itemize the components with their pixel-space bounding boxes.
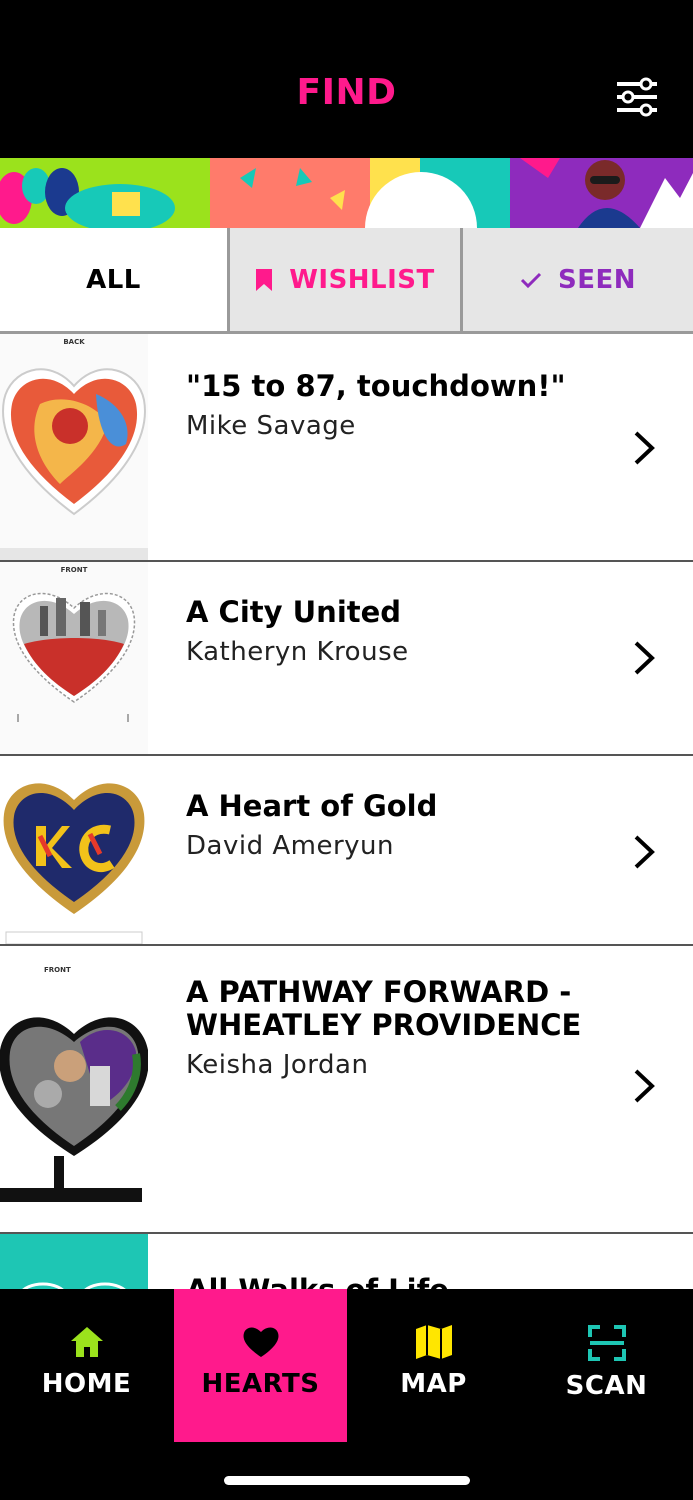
nav-home[interactable]: HOME — [0, 1289, 173, 1442]
artwork-thumbnail: BACK — [0, 334, 148, 560]
chevron-right-icon — [634, 835, 655, 869]
hearts-list: BACK "15 to 87, touchdown!" Mike Savage … — [0, 334, 693, 1289]
heart-artwork-image — [0, 1017, 148, 1202]
scan-icon — [587, 1325, 626, 1361]
bottom-navigation: HOME HEARTS MAP SCAN — [0, 1289, 693, 1500]
checkmark-icon — [520, 271, 542, 289]
tab-all-label: ALL — [86, 264, 141, 295]
artist-name: Keisha Jordan — [186, 1050, 369, 1080]
chevron-right-icon — [634, 1069, 655, 1103]
artwork-thumbnail — [0, 1234, 148, 1289]
list-item[interactable]: All Walks of Life — [0, 1234, 693, 1289]
list-item-text: A PATHWAY FORWARD - WHEATLEY PROVIDENCE … — [186, 975, 613, 1081]
nav-home-label: HOME — [41, 1369, 132, 1399]
nav-hearts-label: HEARTS — [201, 1369, 320, 1399]
list-item-text: A Heart of Gold David Ameryun — [186, 789, 613, 862]
nav-scan[interactable]: SCAN — [520, 1289, 693, 1442]
list-item[interactable]: FRONT A PATHWAY FORWARD - WHEATLEY PROVI… — [0, 946, 693, 1234]
decorative-banner — [0, 158, 693, 228]
list-item-text: All Walks of Life — [186, 1274, 613, 1290]
nav-map-label: MAP — [400, 1369, 467, 1399]
sliders-icon — [617, 77, 657, 117]
thumbnail-side-label: FRONT — [60, 566, 88, 574]
artwork-title: A Heart of Gold — [186, 789, 438, 823]
artwork-thumbnail — [0, 756, 148, 944]
filter-button[interactable] — [615, 76, 659, 118]
artist-name: Katheryn Krouse — [186, 637, 409, 667]
map-icon — [415, 1325, 452, 1359]
thumbnail-side-label: FRONT — [44, 966, 71, 974]
artwork-thumbnail: FRONT — [0, 946, 148, 1232]
tab-seen-label: SEEN — [557, 264, 636, 295]
chevron-right-icon — [634, 641, 655, 675]
list-item-text: "15 to 87, touchdown!" Mike Savage — [186, 369, 613, 442]
heart-artwork-image — [3, 783, 145, 944]
tab-all[interactable]: ALL — [0, 228, 230, 331]
chevron-right-icon — [634, 431, 655, 465]
artist-name: Mike Savage — [186, 411, 356, 441]
artwork-title: All Walks of Life — [186, 1274, 613, 1290]
home-icon — [70, 1327, 103, 1357]
heart-artwork-image — [12, 592, 136, 722]
tab-seen[interactable]: SEEN — [463, 228, 693, 331]
list-item[interactable]: FRONT A City United Katheryn Krouse — [0, 562, 693, 756]
bookmark-icon — [255, 268, 273, 292]
nav-hearts[interactable]: HEARTS — [174, 1289, 347, 1442]
list-item[interactable]: A Heart of Gold David Ameryun — [0, 756, 693, 946]
nav-map[interactable]: MAP — [347, 1289, 520, 1442]
artwork-title: A PATHWAY FORWARD - WHEATLEY PROVIDENCE — [186, 975, 582, 1042]
tab-wishlist-label: WISHLIST — [289, 264, 435, 295]
heart-artwork-image — [22, 1282, 126, 1289]
home-indicator[interactable] — [224, 1476, 470, 1485]
nav-scan-label: SCAN — [565, 1371, 648, 1401]
heart-artwork-image — [0, 368, 148, 560]
page-title: FIND — [296, 72, 397, 113]
artwork-title: A City United — [186, 595, 402, 629]
app-header: FIND — [0, 0, 693, 158]
list-item-text: A City United Katheryn Krouse — [186, 595, 613, 668]
tab-wishlist[interactable]: WISHLIST — [230, 228, 463, 331]
filter-tabs: ALL WISHLIST SEEN — [0, 228, 693, 334]
thumbnail-side-label: BACK — [63, 338, 85, 346]
artwork-title: "15 to 87, touchdown!" — [186, 369, 566, 403]
list-item[interactable]: BACK "15 to 87, touchdown!" Mike Savage — [0, 334, 693, 562]
artwork-thumbnail: FRONT — [0, 562, 148, 754]
artist-name: David Ameryun — [186, 831, 394, 861]
heart-icon — [243, 1327, 278, 1357]
